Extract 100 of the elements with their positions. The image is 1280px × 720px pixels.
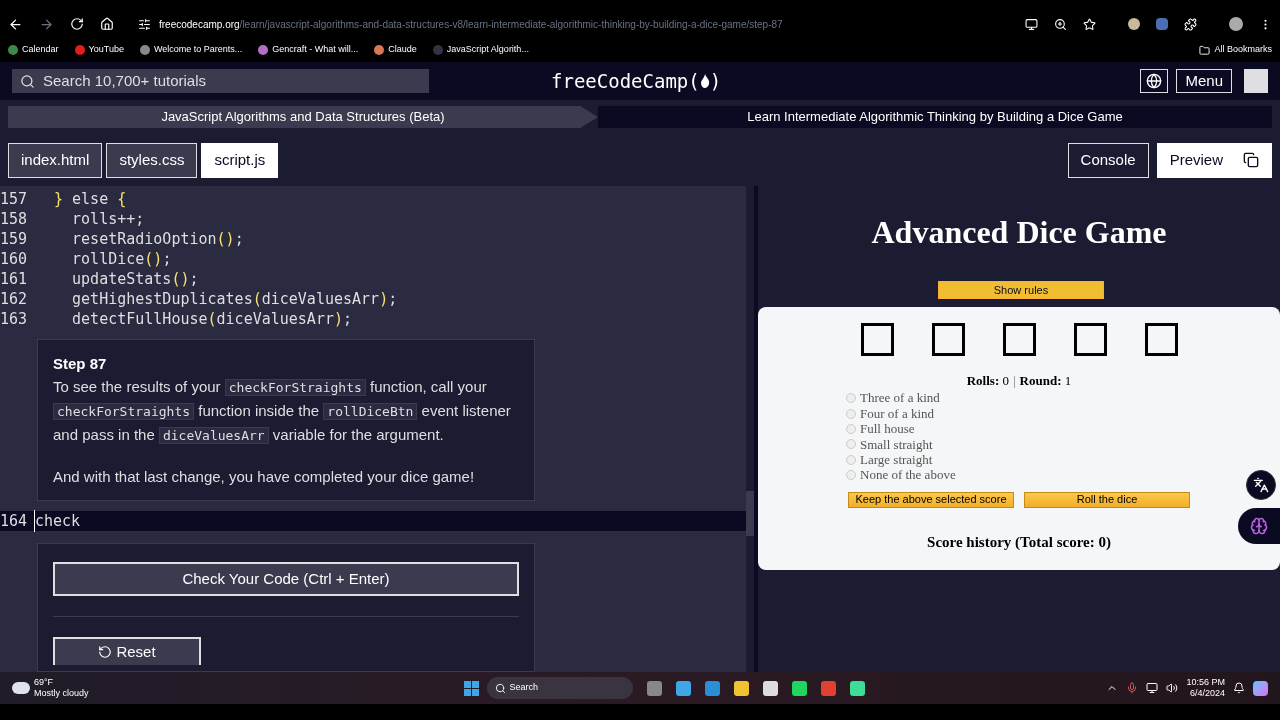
option-label: None of the above <box>860 467 956 485</box>
site-info-icon[interactable] <box>138 17 151 31</box>
search-icon <box>494 682 506 694</box>
breadcrumb-item[interactable]: Learn Intermediate Algorithmic Thinking by Building a Dice Game <box>598 106 1272 128</box>
die <box>1144 323 1178 356</box>
code-line: } else { <box>54 188 127 210</box>
bookmark[interactable]: Claude <box>374 43 417 57</box>
reset-icon <box>98 645 113 659</box>
extension-icon[interactable] <box>1128 18 1140 30</box>
score-history: Score history (Total score: 0) <box>927 532 1111 552</box>
start-icon[interactable] <box>463 680 479 696</box>
radio-button[interactable] <box>846 470 856 481</box>
scrollbar[interactable] <box>746 186 754 672</box>
copilot-icon[interactable] <box>1253 680 1268 696</box>
taskbar-app-icon[interactable] <box>762 680 778 696</box>
bookmark[interactable]: Calendar <box>8 43 59 57</box>
code-line: getHighestDuplicates(diceValuesArr); <box>71 288 398 310</box>
ai-assistant-button[interactable] <box>1238 508 1280 544</box>
bookmark[interactable]: YouTube <box>74 43 124 57</box>
code-line: updateStats(); <box>71 268 199 290</box>
radio-button[interactable] <box>846 454 856 465</box>
extensions-icon[interactable] <box>1184 17 1197 31</box>
bookmark[interactable]: Gencraft - What will... <box>258 43 359 57</box>
back-icon[interactable] <box>8 16 23 32</box>
view-button[interactable]: Console <box>1067 142 1149 178</box>
taskbar-app-icon[interactable] <box>849 680 865 696</box>
die <box>1002 323 1036 356</box>
search-field[interactable]: Search 10,700+ tutorials <box>12 69 429 93</box>
game-button[interactable]: Roll the dice <box>1024 491 1190 508</box>
check-code-button[interactable]: Check Your Code (Ctrl + Enter) <box>53 562 519 596</box>
translate-icon <box>1253 477 1269 493</box>
taskbar-search[interactable]: Search <box>486 677 633 699</box>
step-title: Step 87 <box>53 354 108 374</box>
search-icon <box>20 73 35 89</box>
stats-separator: | <box>1013 372 1016 390</box>
line-number: 161 <box>0 268 29 290</box>
clock-date[interactable]: 6/4/2024 <box>1189 688 1225 700</box>
show-rules-button[interactable]: Show rules <box>938 281 1104 299</box>
file-tab[interactable]: script.js <box>201 142 279 178</box>
folder-icon <box>1199 44 1211 56</box>
temperature[interactable]: 69°F <box>34 676 89 688</box>
breadcrumb-item[interactable]: JavaScript Algorithms and Data Structures (Beta) <box>8 106 598 128</box>
menu-button[interactable]: Menu <box>1176 69 1232 93</box>
bookmark-star-icon[interactable] <box>1083 17 1096 31</box>
file-tab[interactable]: styles.css <box>106 142 198 178</box>
preview-title: Advanced Dice Game <box>870 213 1168 252</box>
taskbar-app-icon[interactable] <box>733 680 749 696</box>
volume-icon[interactable] <box>1166 682 1179 694</box>
reset-button[interactable]: Reset <box>53 637 201 665</box>
network-icon[interactable] <box>1146 682 1159 694</box>
flame-icon <box>699 74 710 88</box>
logo-text[interactable]: freeCodeCamp( <box>551 66 700 96</box>
instruction-text: And with that last change, you have completed your dice game! <box>53 467 476 487</box>
windows-icon <box>1243 152 1259 168</box>
install-icon[interactable] <box>1025 17 1038 31</box>
microphone-icon[interactable] <box>1126 682 1139 694</box>
home-icon[interactable] <box>100 17 114 31</box>
all-bookmarks-label[interactable]: All Bookmarks <box>1214 43 1272 57</box>
instruction-text: To see the results of your checkForStraights function, call your checkForStraights function inside the rollDiceBtn event listener and pass in the diceValuesArr variable for the argument. <box>53 377 512 446</box>
code-line: rollDice(); <box>71 248 172 270</box>
roll-stat: Rolls: 0 <box>966 372 1009 390</box>
view-button[interactable]: Preview <box>1156 142 1272 178</box>
roll-stat: Round: 1 <box>1019 372 1072 390</box>
option-label: Large straight <box>860 452 933 469</box>
forward-icon[interactable] <box>39 16 54 32</box>
die <box>931 323 965 356</box>
line-number: 158 <box>0 208 29 230</box>
radio-button[interactable] <box>846 439 856 450</box>
radio-button[interactable] <box>846 393 856 404</box>
game-button[interactable]: Keep the above selected score <box>848 491 1014 508</box>
weather-icon[interactable] <box>12 682 30 694</box>
line-number: 162 <box>0 288 29 310</box>
logo-text[interactable]: ) <box>709 66 722 96</box>
taskbar-app-icon[interactable] <box>791 680 807 696</box>
language-button[interactable] <box>1140 69 1169 93</box>
code-line: detectFullHouse(diceValuesArr); <box>71 308 353 330</box>
reload-icon[interactable] <box>70 17 84 31</box>
line-number: 160 <box>0 248 29 270</box>
address-bar[interactable]: freecodecamp.org/learn/javascript-algorithms-and-data-structures-v8/learn-intermediate-algorithmic-thinking-by-building-a-dice-game/step-87 <box>159 16 1009 32</box>
code-line: resetRadioOption(); <box>71 228 244 250</box>
bookmark[interactable]: Welcome to Parents... <box>139 43 243 57</box>
die <box>1073 323 1107 356</box>
brain-icon <box>1250 517 1268 535</box>
bookmark[interactable]: JavaScript Algorith... <box>432 43 529 57</box>
profile-avatar[interactable] <box>1229 17 1243 31</box>
line-number: 159 <box>0 228 29 250</box>
clock-time[interactable]: 10:56 PM <box>1186 676 1225 688</box>
weather-text[interactable]: Mostly cloudy <box>34 688 89 700</box>
radio-button[interactable] <box>846 408 856 419</box>
line-number: 164 <box>0 510 29 532</box>
die <box>860 323 894 356</box>
code-input[interactable]: check <box>34 509 81 533</box>
zoom-icon[interactable] <box>1054 17 1067 31</box>
file-tab[interactable]: index.html <box>8 142 103 178</box>
line-number: 157 <box>0 188 29 210</box>
notification-icon[interactable] <box>1233 682 1245 694</box>
radio-button[interactable] <box>846 423 856 434</box>
code-line: rolls++; <box>71 208 145 230</box>
taskbar-app-icon[interactable] <box>675 680 691 696</box>
line-number: 163 <box>0 308 29 330</box>
